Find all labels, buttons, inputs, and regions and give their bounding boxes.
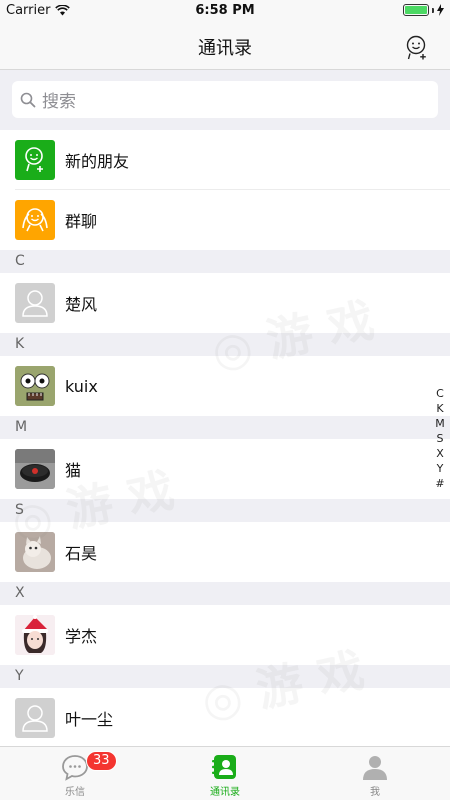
group-chat-row[interactable]: 群聊	[0, 190, 450, 250]
index-letter[interactable]: K	[436, 401, 443, 416]
girl-photo-avatar	[15, 615, 55, 655]
contact-row[interactable]: 楚风	[0, 273, 450, 333]
new-friends-label: 新的朋友	[65, 152, 130, 171]
tab-label: 通讯录	[210, 787, 240, 798]
tab-me[interactable]: 我	[300, 747, 450, 800]
contact-row[interactable]: 学杰	[0, 605, 450, 665]
unread-badge: 33	[86, 751, 117, 771]
contact-row[interactable]: 叶一尘	[0, 688, 450, 748]
index-letter[interactable]: X	[436, 446, 444, 461]
contact-row[interactable]: 猫	[0, 439, 450, 499]
tab-label: 乐信	[65, 787, 85, 798]
index-letter[interactable]: C	[436, 386, 444, 401]
tab-chats[interactable]: 乐信 33	[0, 747, 150, 800]
contact-name: kuix	[65, 376, 98, 396]
profile-icon	[363, 756, 387, 780]
contact-name: 猫	[65, 461, 82, 480]
battery-icon	[403, 4, 429, 16]
tab-bar: 乐信 33 通讯录 我	[0, 746, 450, 800]
tab-label: 我	[370, 787, 380, 798]
contact-row[interactable]: kuix	[0, 356, 450, 416]
add-friend-icon[interactable]	[404, 34, 430, 60]
section-header-c: C	[0, 250, 450, 273]
contacts-icon	[212, 755, 236, 779]
search-placeholder: 搜索	[42, 92, 76, 112]
contact-name: 楚风	[65, 295, 98, 314]
index-letter[interactable]: #	[435, 476, 444, 491]
tab-contacts[interactable]: 通讯录	[150, 747, 300, 800]
speaker-photo-avatar	[15, 449, 55, 489]
index-letter[interactable]: M	[435, 416, 445, 431]
page-title: 通讯录	[198, 38, 252, 59]
search-icon	[20, 92, 36, 107]
contact-name: 学杰	[65, 627, 98, 646]
status-bar: Carrier 6:58 PM	[0, 0, 450, 22]
new-friends-icon	[15, 140, 55, 180]
contact-row[interactable]: 石昊	[0, 522, 450, 582]
group-chat-label: 群聊	[65, 212, 98, 231]
contact-name: 叶一尘	[65, 710, 114, 729]
navigation-bar: 通讯录	[0, 22, 450, 70]
search-area: 搜索	[0, 70, 450, 130]
chat-bubble-icon	[62, 755, 88, 781]
section-header-m: M	[0, 416, 450, 439]
cat-photo-avatar	[15, 532, 55, 572]
search-input[interactable]: 搜索	[12, 81, 438, 118]
section-header-k: K	[0, 333, 450, 356]
group-chat-icon	[15, 200, 55, 240]
section-header-x: X	[0, 582, 450, 605]
default-avatar	[15, 283, 55, 323]
contact-name: 石昊	[65, 544, 98, 563]
default-avatar	[15, 698, 55, 738]
section-index-bar[interactable]: C K M S X Y #	[434, 386, 446, 491]
index-letter[interactable]: S	[437, 431, 444, 446]
section-header-y: Y	[0, 665, 450, 688]
new-friends-row[interactable]: 新的朋友	[0, 130, 450, 190]
charging-icon	[437, 4, 444, 16]
section-header-s: S	[0, 499, 450, 522]
cartoon-face-avatar	[15, 366, 55, 406]
index-letter[interactable]: Y	[437, 461, 444, 476]
status-time: 6:58 PM	[195, 3, 255, 18]
contact-list: 新的朋友 群聊 C 楚风 K kuix M 猫 S 石昊 X 学杰 Y 叶一尘	[0, 130, 450, 748]
